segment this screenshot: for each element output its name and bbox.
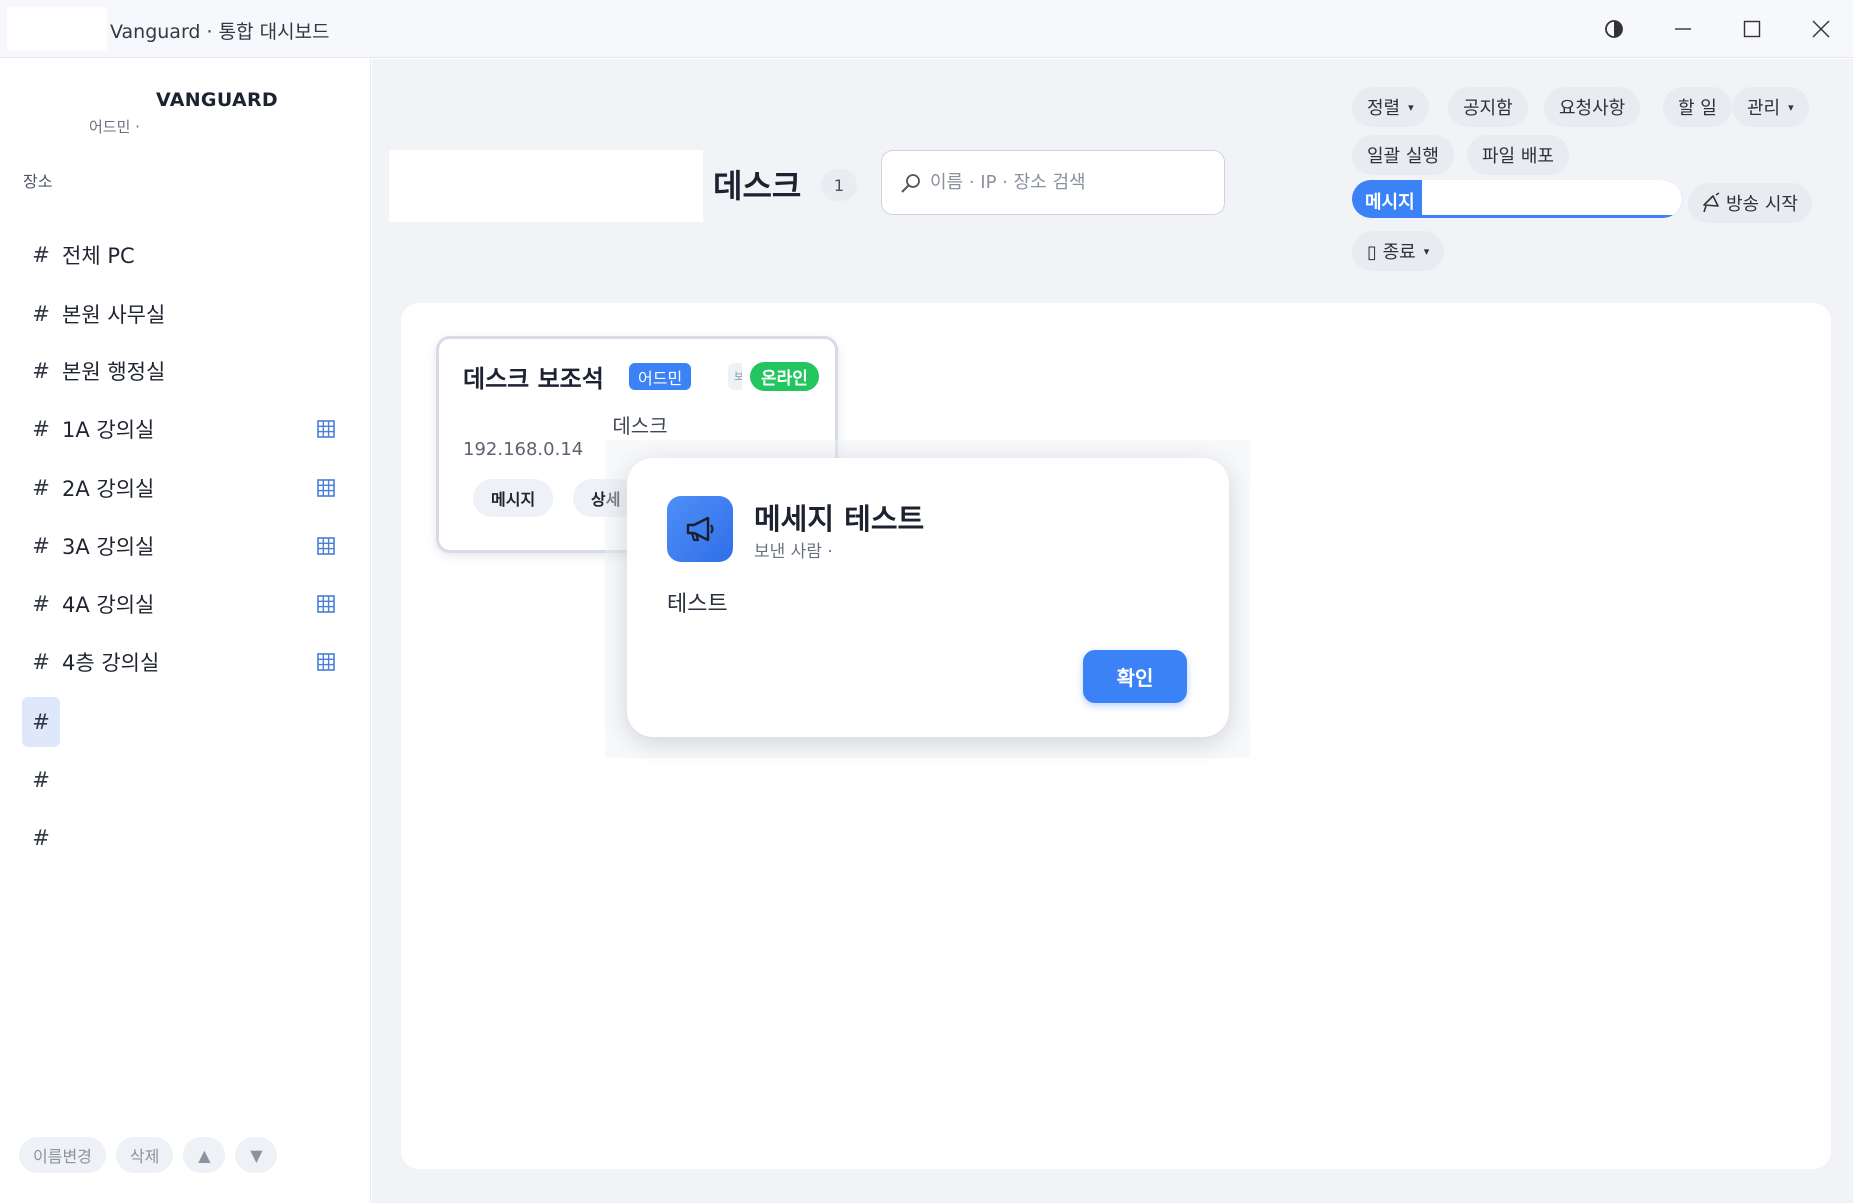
grid-icon[interactable]	[316, 536, 336, 556]
search-icon	[901, 173, 920, 193]
extra-badge: 보	[728, 363, 742, 390]
notices-button[interactable]: 공지함	[1448, 87, 1528, 127]
sidebar-item-label: 3A 강의실	[62, 535, 155, 559]
sidebar-item-label: 1A 강의실	[62, 418, 155, 442]
status-badge: 온라인	[750, 362, 819, 391]
sidebar-item[interactable]: #1A 강의실	[22, 406, 338, 452]
maximize-icon	[1743, 20, 1761, 38]
theme-toggle-button[interactable]	[1580, 0, 1648, 58]
sidebar-item[interactable]: # 본원 사무실	[22, 291, 338, 337]
search-box[interactable]	[881, 150, 1225, 215]
sidebar-item-label: 2A 강의실	[62, 477, 155, 501]
sidebar-item[interactable]: #4A 강의실	[22, 581, 338, 627]
message-dialog: 메세지 테스트 보낸 사람 · 테스트 확인	[627, 458, 1229, 737]
sidebar-item-label: 4A 강의실	[62, 593, 155, 617]
file-deploy-button[interactable]: 파일 배포	[1467, 135, 1569, 175]
app-logo	[7, 7, 107, 51]
window-title: Vanguard · 통합 대시보드	[110, 21, 330, 43]
sidebar-item[interactable]: #	[22, 815, 338, 861]
hash-icon: #	[32, 534, 50, 558]
device-count-badge: 1	[821, 169, 857, 201]
hash-icon: #	[32, 476, 50, 500]
move-up-button[interactable]: ▲	[183, 1137, 226, 1173]
header-placeholder	[389, 150, 703, 222]
grid-icon[interactable]	[316, 652, 336, 672]
hash-icon: #	[32, 243, 50, 267]
dialog-icon	[667, 496, 733, 562]
megaphone-icon	[1703, 192, 1720, 213]
dialog-sender: 보낸 사람 ·	[754, 542, 833, 562]
sidebar: VANGUARD 어드민 · 장소 # 전체 PC # 본원 사무실 # 본원 행정실 #1…	[0, 59, 371, 1203]
close-icon	[1812, 20, 1830, 38]
hash-icon: #	[32, 359, 50, 383]
minimize-icon	[1675, 28, 1691, 30]
sidebar-item[interactable]: # 본원 행정실	[22, 348, 338, 394]
dialog-message: 테스트	[667, 592, 728, 617]
sidebar-item-label: 본원 행정실	[62, 360, 166, 384]
sidebar-item[interactable]: #3A 강의실	[22, 523, 338, 569]
message-compose[interactable]: 메시지	[1352, 180, 1682, 218]
sort-button[interactable]: 정렬 ▾	[1352, 87, 1429, 127]
hash-icon: #	[32, 302, 50, 326]
hash-icon: #	[32, 826, 50, 850]
device-location: 데스크	[612, 414, 668, 438]
title-bar: Vanguard · 통합 대시보드	[0, 0, 1853, 58]
sidebar-item-label: 전체 PC	[62, 244, 135, 268]
sidebar-item[interactable]: #4층 강의실	[22, 639, 338, 685]
sidebar-item[interactable]: # 전체 PC	[22, 232, 338, 278]
rename-button[interactable]: 이름변경	[19, 1137, 106, 1173]
manage-label: 관리	[1747, 98, 1781, 119]
megaphone-icon	[686, 516, 714, 542]
sidebar-item-label: 본원 사무실	[62, 303, 166, 327]
shutdown-label: ▯ 종료	[1367, 242, 1416, 263]
broadcast-label: 방송 시작	[1726, 194, 1798, 215]
grid-icon[interactable]	[316, 419, 336, 439]
requests-button[interactable]: 요청사항	[1544, 87, 1641, 127]
device-name: 데스크 보조석	[463, 365, 604, 393]
sort-label: 정렬	[1367, 98, 1401, 119]
message-label: 메시지	[1365, 192, 1415, 213]
hash-icon: #	[32, 768, 50, 792]
brand-subtitle: 어드민 ·	[89, 118, 140, 136]
broadcast-button[interactable]: 방송 시작	[1688, 183, 1812, 223]
confirm-button[interactable]: 확인	[1083, 650, 1187, 703]
manage-button[interactable]: 관리 ▾	[1732, 87, 1809, 127]
message-input[interactable]	[1422, 180, 1682, 215]
contrast-icon	[1605, 20, 1623, 38]
grid-icon[interactable]	[316, 594, 336, 614]
brand-name: VANGUARD	[156, 89, 278, 111]
hash-icon: #	[22, 697, 60, 747]
dialog-title: 메세지 테스트	[754, 502, 925, 536]
batch-run-button[interactable]: 일괄 실행	[1352, 135, 1454, 175]
sidebar-item[interactable]: #	[22, 757, 338, 803]
todo-button[interactable]: 할 일	[1663, 87, 1732, 127]
hash-icon: #	[32, 592, 50, 616]
sidebar-item[interactable]: #	[22, 697, 338, 747]
card-message-button[interactable]: 메시지	[473, 479, 554, 517]
search-input[interactable]	[930, 172, 1200, 193]
chevron-down-icon: ▾	[1408, 100, 1414, 114]
maximize-button[interactable]	[1718, 0, 1786, 58]
close-button[interactable]	[1787, 0, 1853, 58]
grid-icon[interactable]	[316, 478, 336, 498]
sidebar-footer: 이름변경 삭제 ▲ ▼	[19, 1137, 278, 1173]
hash-icon: #	[32, 650, 50, 674]
minimize-button[interactable]	[1649, 0, 1717, 58]
admin-badge: 어드민	[629, 363, 692, 390]
device-ip: 192.168.0.14	[463, 439, 584, 460]
shutdown-button[interactable]: ▯ 종료 ▾	[1352, 231, 1445, 271]
delete-button[interactable]: 삭제	[115, 1137, 174, 1173]
move-down-button[interactable]: ▼	[235, 1137, 278, 1173]
chevron-down-icon: ▾	[1423, 244, 1430, 258]
page-title: 데스크	[713, 167, 802, 205]
hash-icon: #	[32, 417, 50, 441]
section-label: 장소	[23, 172, 53, 191]
sidebar-item[interactable]: #2A 강의실	[22, 465, 338, 511]
chevron-down-icon: ▾	[1788, 100, 1794, 114]
sidebar-item-label: 4층 강의실	[62, 651, 160, 675]
